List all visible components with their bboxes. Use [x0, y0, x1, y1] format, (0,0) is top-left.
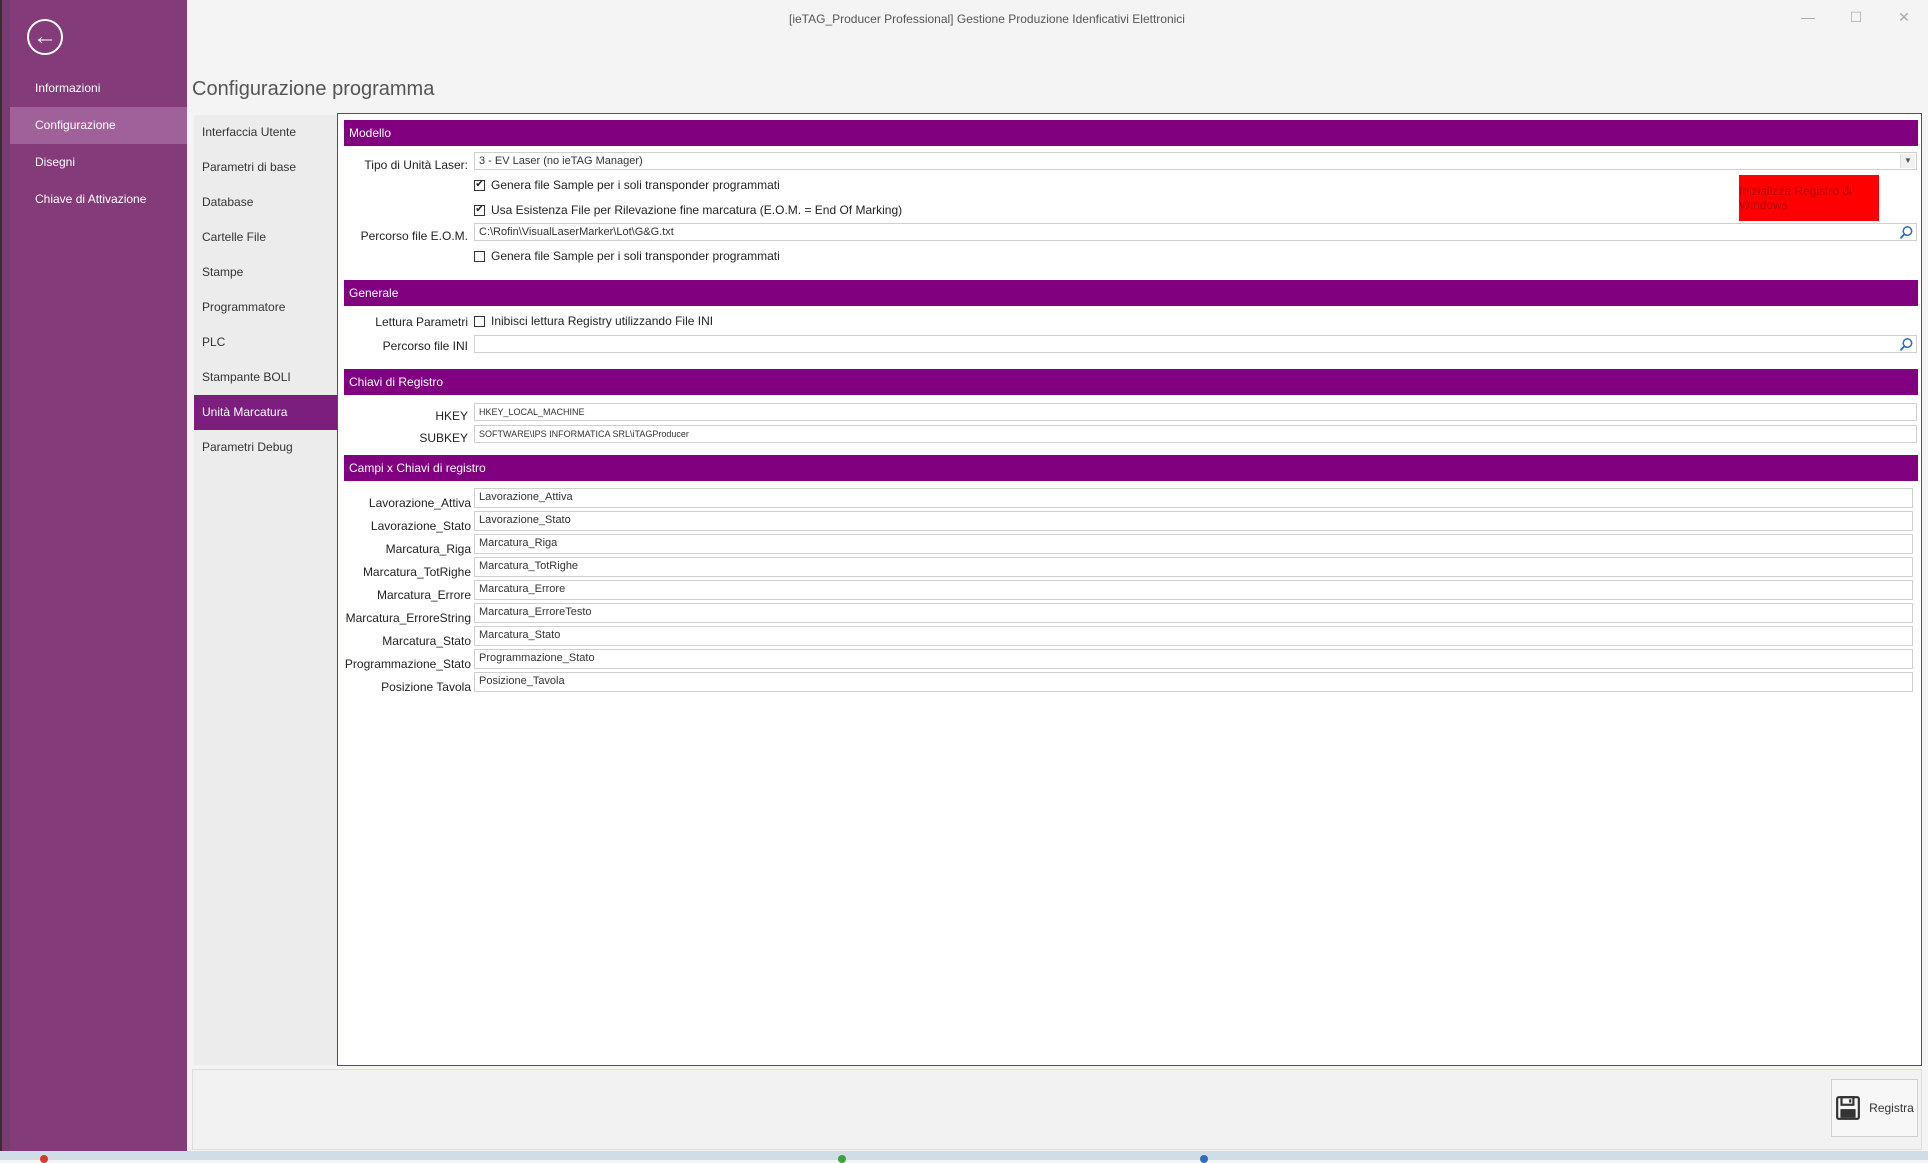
maximize-icon[interactable]: ☐ [1836, 5, 1876, 29]
campo-label: Lavorazione_Stato [370, 519, 471, 533]
section-header-chiavi: Chiavi di Registro [344, 369, 1918, 395]
sidebar-item-configurazione[interactable]: Configurazione [10, 107, 187, 144]
tipo-unita-value: 3 - EV Laser (no ieTAG Manager) [479, 155, 643, 167]
campo-input[interactable]: Marcatura_Riga [474, 534, 1913, 554]
section-header-campi: Campi x Chiavi di registro [344, 455, 1918, 481]
chk-genera-sample-1-row: ✔ Genera file Sample per i soli transpon… [474, 178, 780, 192]
sidebar: ← Informazioni Configurazione Disegni Ch… [10, 0, 187, 1151]
campo-label: Marcatura_Riga [385, 542, 471, 556]
save-icon [1836, 1096, 1861, 1120]
window-title: [ieTAG_Producer Professional] Gestione P… [789, 12, 1185, 26]
campo-label: Marcatura_TotRighe [362, 565, 471, 579]
page-title: Configurazione programma [192, 78, 435, 100]
genera-sample-checkbox-2[interactable] [474, 250, 485, 262]
sidebar-item-disegni[interactable]: Disegni [10, 144, 187, 181]
registra-button[interactable]: Registra [1831, 1079, 1918, 1137]
inibisci-lettura-label: Inibisci lettura Registry utilizzando Fi… [491, 314, 714, 328]
taskbar-icon [40, 1155, 48, 1163]
lettura-parametri-label: Lettura Parametri [375, 315, 468, 329]
campo-input[interactable]: Programmazione_Stato [474, 649, 1913, 669]
campo-input[interactable]: Marcatura_TotRighe [474, 557, 1913, 577]
percorso-eom-label: Percorso file E.O.M. [360, 229, 468, 243]
campo-label: Marcatura_Errore [376, 588, 471, 602]
inibisci-lettura-checkbox[interactable] [474, 315, 485, 327]
campo-label: Lavorazione_Attiva [368, 496, 471, 510]
chk-usa-esistenza-row: ✔ Usa Esistenza File per Rilevazione fin… [474, 203, 902, 217]
campo-label: Programmazione_Stato [344, 657, 471, 671]
search-icon[interactable] [1899, 225, 1914, 240]
tipo-unita-select[interactable]: 3 - EV Laser (no ieTAG Manager) ▼ [474, 152, 1917, 170]
left-edge-shadow [0, 0, 2, 1151]
genera-sample-label-1: Genera file Sample per i soli transponde… [491, 178, 780, 192]
chevron-down-icon[interactable]: ▼ [1900, 154, 1915, 168]
percorso-eom-input[interactable]: C:\Rofin\VisualLaserMarker\Lot\G&G.txt [474, 223, 1917, 241]
campo-input[interactable]: Marcatura_ErroreTesto [474, 603, 1913, 623]
campo-label: Marcatura_Stato [382, 634, 471, 648]
chk-genera-sample-2-row: Genera file Sample per i soli transponde… [474, 249, 780, 263]
chk-inibisci-row: Inibisci lettura Registry utilizzando Fi… [474, 314, 713, 328]
campo-input[interactable]: Marcatura_Stato [474, 626, 1913, 646]
main-panel: Modello Tipo di Unità Laser: 3 - EV Lase… [337, 113, 1922, 1066]
percorso-ini-input[interactable] [474, 335, 1917, 353]
nav-item-stampe[interactable]: Stampe [194, 255, 337, 290]
campo-label: Marcatura_ErroreString [345, 611, 471, 625]
search-icon[interactable] [1899, 337, 1914, 352]
taskbar-icon [838, 1155, 846, 1163]
subkey-input[interactable]: SOFTWARE\IPS INFORMATICA SRL\iTAGProduce… [474, 425, 1917, 443]
usa-esistenza-file-label: Usa Esistenza File per Rilevazione fine … [491, 203, 903, 217]
hkey-input[interactable]: HKEY_LOCAL_MACHINE [474, 403, 1917, 421]
tipo-unita-label: Tipo di Unità Laser: [364, 158, 468, 172]
minimize-icon[interactable]: — [1788, 5, 1828, 29]
campo-label: Posizione Tavola [381, 680, 471, 694]
nav-item-stampante-boli[interactable]: Stampante BOLI [194, 360, 337, 395]
close-icon[interactable]: ✕ [1884, 5, 1924, 29]
sidebar-item-informazioni[interactable]: Informazioni [10, 70, 187, 107]
percorso-ini-label: Percorso file INI [382, 339, 468, 353]
percorso-eom-value: C:\Rofin\VisualLaserMarker\Lot\G&G.txt [479, 226, 674, 238]
inizializza-registro-button[interactable]: Inizializza Registro di Windows [1739, 175, 1879, 221]
campo-input[interactable]: Marcatura_Errore [474, 580, 1913, 600]
taskbar-strip [0, 1151, 1928, 1163]
footer-bar: Registra [192, 1069, 1922, 1150]
campo-input[interactable]: Posizione_Tavola [474, 672, 1913, 692]
taskbar-icon [1200, 1155, 1208, 1163]
campo-input[interactable]: Lavorazione_Attiva [474, 488, 1913, 508]
section-header-generale: Generale [344, 280, 1918, 306]
campo-input[interactable]: Lavorazione_Stato [474, 511, 1913, 531]
nav-item-interfaccia-utente[interactable]: Interfaccia Utente [194, 115, 337, 150]
genera-sample-label-2: Genera file Sample per i soli transponde… [491, 249, 780, 263]
registra-label: Registra [1869, 1101, 1914, 1115]
hkey-label: HKEY [435, 409, 468, 423]
sidebar-item-chiave-attivazione[interactable]: Chiave di Attivazione [10, 181, 187, 218]
subkey-label: SUBKEY [419, 431, 468, 445]
genera-sample-checkbox-1[interactable]: ✔ [474, 179, 485, 191]
back-arrow-icon[interactable]: ← [27, 19, 63, 55]
usa-esistenza-file-checkbox[interactable]: ✔ [474, 204, 485, 216]
nav-item-database[interactable]: Database [194, 185, 337, 220]
section-header-modello: Modello [344, 120, 1918, 146]
